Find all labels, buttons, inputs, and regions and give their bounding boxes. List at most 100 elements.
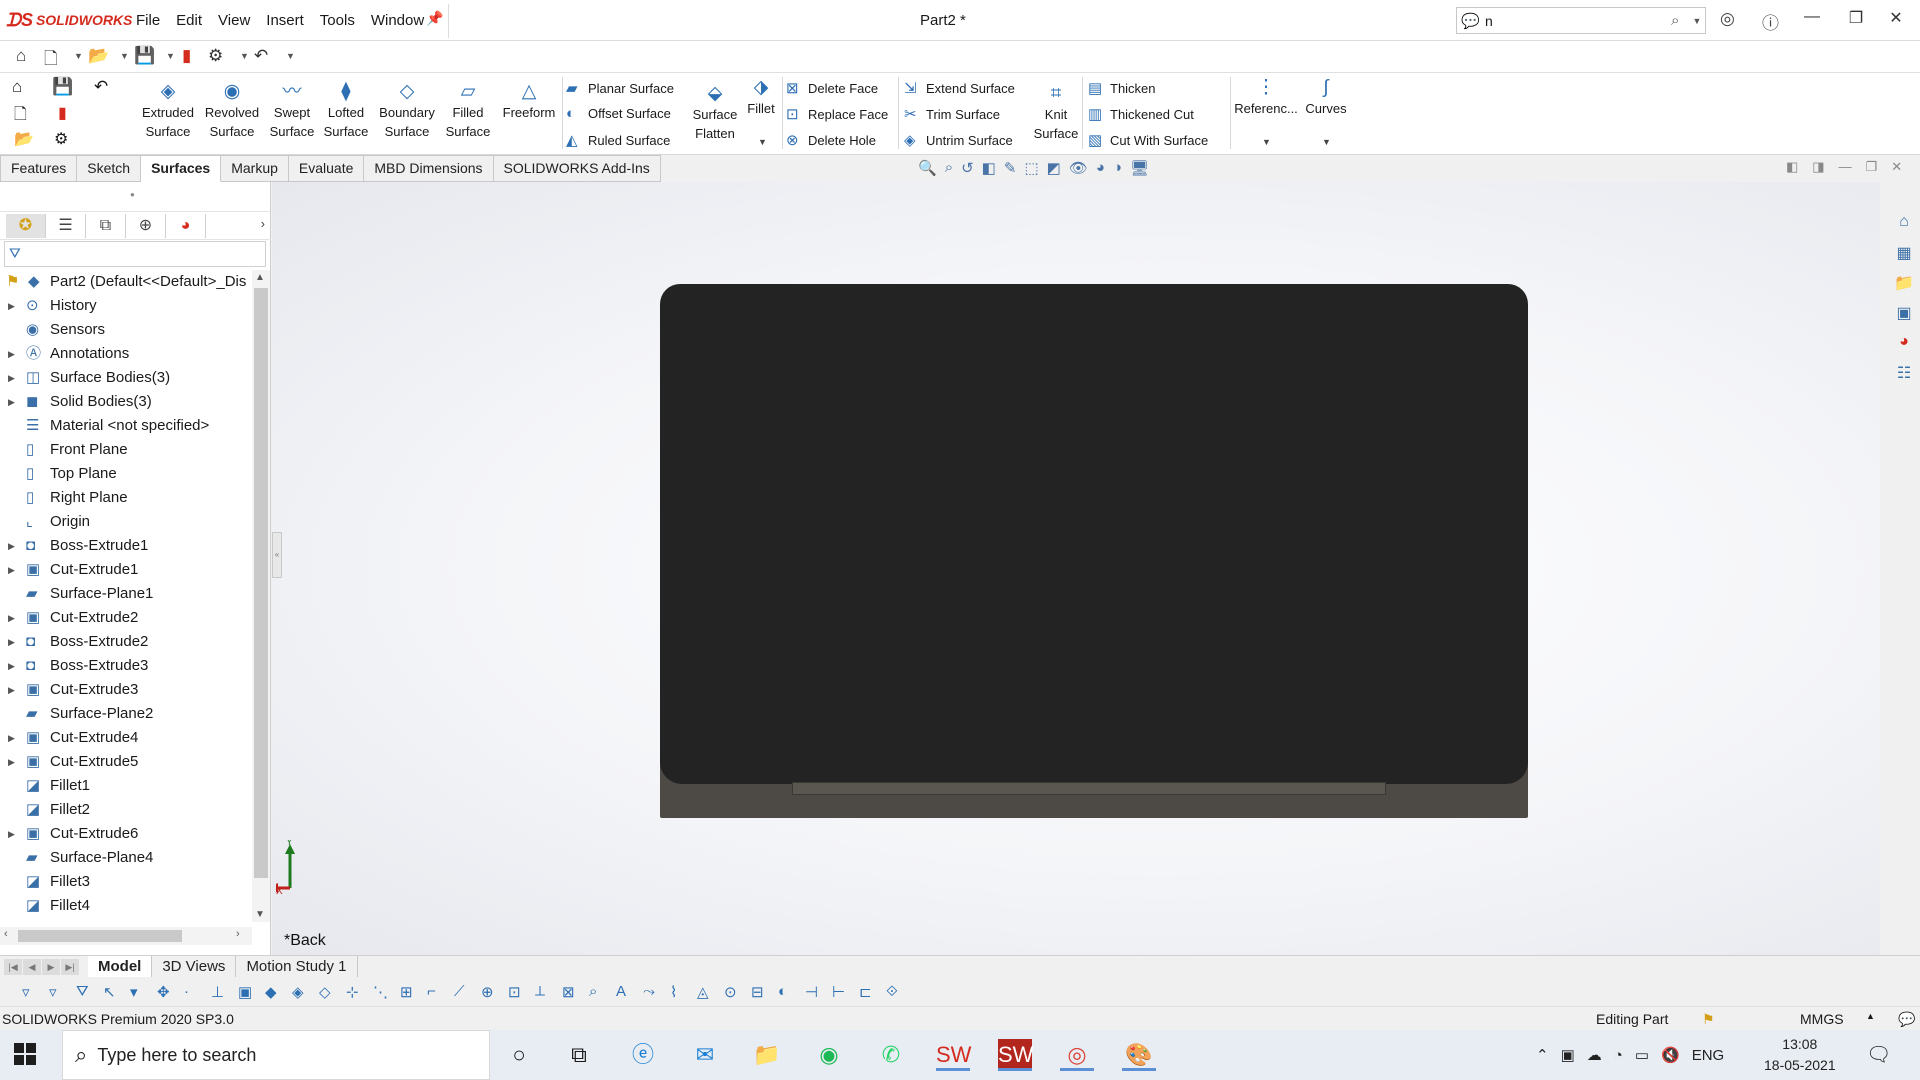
property-manager-tab-icon[interactable]: ☰	[46, 213, 86, 238]
zoom-to-area-icon[interactable]: ⌕	[945, 159, 953, 177]
save-icon[interactable]: 💾	[52, 77, 73, 97]
first-tab-icon[interactable]: |◀	[4, 959, 22, 975]
chain-icon[interactable]: ⊞	[400, 983, 413, 1001]
chevron-down-icon[interactable]: ▼	[1262, 137, 1271, 147]
tree-item[interactable]: ▶ ◘ Boss-Extrude2	[0, 630, 252, 654]
path-icon[interactable]: ⊡	[508, 983, 521, 1001]
design-library-icon[interactable]: ▦	[1888, 243, 1920, 273]
open-folder-icon[interactable]: 📂	[88, 46, 109, 66]
options-gear-icon[interactable]: ⚙	[208, 46, 223, 66]
wifi-icon[interactable]: ◔	[1614, 1047, 1623, 1064]
display-style-icon[interactable]: ◩	[1047, 159, 1061, 177]
tab-features[interactable]: Features	[0, 155, 78, 182]
tree-item[interactable]: ▰ Surface-Plane1	[0, 582, 252, 606]
freeform-button[interactable]: △ Freeform	[496, 81, 562, 122]
untrim-surface-button[interactable]: ◈ Untrim Surface	[904, 131, 1013, 149]
file-explorer-icon[interactable]: 📁	[1888, 273, 1920, 303]
mail-icon[interactable]: ✉	[688, 1039, 722, 1071]
minimize-button[interactable]: —	[1792, 8, 1832, 26]
expand-arrow-icon[interactable]: ▶	[8, 366, 15, 390]
grid-icon[interactable]: ⊹	[346, 983, 359, 1001]
volume-mute-icon[interactable]: 🔇	[1661, 1046, 1680, 1064]
fillet-button[interactable]: ⬗ Fillet	[744, 77, 778, 118]
new-document-icon[interactable]: 🗋	[14, 103, 27, 130]
panel-collapse-handle[interactable]: «	[272, 532, 282, 578]
expand-arrow-icon[interactable]: ▶	[8, 822, 15, 846]
align-icon[interactable]: ⊣	[805, 983, 818, 1001]
tree-item[interactable]: ◪ Fillet1	[0, 774, 252, 798]
tree-item[interactable]: ▶ ◘ Boss-Extrude1	[0, 534, 252, 558]
previous-view-icon[interactable]: ↺	[961, 159, 974, 177]
bar-icon[interactable]: ⤳	[643, 983, 655, 1000]
curves-button[interactable]: ∫ Curves	[1302, 77, 1350, 118]
tree-item[interactable]: ▯ Top Plane	[0, 462, 252, 486]
filter-toggle-icon[interactable]: ▿	[22, 983, 30, 1001]
tree-item[interactable]: ▶ ◘ Boss-Extrude3	[0, 654, 252, 678]
cortana-icon[interactable]: ○	[502, 1039, 536, 1071]
tab-sketch[interactable]: Sketch	[77, 155, 142, 182]
filter-edges-icon[interactable]: ⛛	[76, 983, 89, 1000]
solidworks-logo[interactable]: ᗪS SOLIDWORKS	[6, 10, 132, 30]
tree-item[interactable]: ▯ Right Plane	[0, 486, 252, 510]
target-icon[interactable]: ⟋	[454, 983, 465, 1000]
tree-filter[interactable]: ⛛	[4, 241, 266, 267]
replace-face-button[interactable]: ⊡ Replace Face	[786, 105, 888, 123]
expand-arrow-icon[interactable]: ▶	[8, 726, 15, 750]
tile-left-icon[interactable]: ◧	[1786, 159, 1798, 175]
chevron-down-icon[interactable]: ▼	[1322, 137, 1331, 147]
view-orientation-icon[interactable]: ⬚	[1024, 159, 1038, 177]
tab-motion-study-1[interactable]: Motion Study 1	[236, 956, 358, 978]
viewport-minimize-icon[interactable]: —	[1839, 159, 1852, 175]
edge-browser-icon[interactable]: ⓔ	[626, 1039, 660, 1071]
text-icon[interactable]: ⟂	[535, 983, 545, 1000]
next-tab-icon[interactable]: ▶	[42, 959, 60, 975]
expand-arrow-icon[interactable]: ▶	[8, 606, 15, 630]
cut-with-surface-button[interactable]: ▧ Cut With Surface	[1088, 131, 1208, 149]
last-tab-icon[interactable]: ▶|	[61, 959, 79, 975]
save-icon[interactable]: 💾	[134, 46, 155, 66]
delete-face-button[interactable]: ⊠ Delete Face	[786, 79, 878, 97]
tree-item[interactable]: ▶ ▣ Cut-Extrude4	[0, 726, 252, 750]
viewport-close-icon[interactable]: ✕	[1891, 159, 1902, 175]
device-icon[interactable]: ▣	[1561, 1046, 1575, 1064]
model-body[interactable]	[660, 284, 1528, 784]
tab-solidworks-add-ins[interactable]: SOLIDWORKS Add-Ins	[493, 155, 661, 182]
scroll-up-icon[interactable]: ▲	[255, 272, 265, 283]
chevron-up-icon[interactable]: ⌃	[1536, 1046, 1549, 1064]
tag-icon[interactable]: ◬	[697, 983, 709, 1001]
image-icon[interactable]: ⊙	[724, 983, 737, 1001]
tree-item[interactable]: ◉ Sensors	[0, 318, 252, 342]
line-icon[interactable]: ⊥	[211, 983, 224, 1001]
tree-item[interactable]: ▯ Front Plane	[0, 438, 252, 462]
file-explorer-icon[interactable]: 📁	[750, 1039, 784, 1071]
tree-item[interactable]: ▰ Surface-Plane4	[0, 846, 252, 870]
expand-arrow-icon[interactable]: ▶	[8, 750, 15, 774]
box-icon[interactable]: ▣	[238, 983, 252, 1001]
ruled-surface-button[interactable]: ◭ Ruled Surface	[566, 131, 670, 149]
battery-icon[interactable]: ▭	[1635, 1046, 1649, 1064]
thickened-cut-button[interactable]: ▥ Thickened Cut	[1088, 105, 1194, 123]
boundary-surface-button[interactable]: ◇ Boundary Surface	[374, 81, 440, 141]
tree-item[interactable]: ◪ Fillet5	[0, 918, 252, 922]
chevron-down-icon[interactable]: ▾	[130, 983, 138, 1001]
tree-item[interactable]: ◪ Fillet4	[0, 894, 252, 918]
copy-icon[interactable]: ⊢	[832, 983, 845, 1001]
tree-horizontal-scrollbar[interactable]: ‹ ›	[0, 927, 252, 945]
chrome-icon[interactable]: ◎	[1060, 1039, 1094, 1071]
chevron-up-icon[interactable]: ▲	[1866, 1011, 1875, 1021]
tile-right-icon[interactable]: ◨	[1812, 159, 1824, 175]
onedrive-icon[interactable]: ☁	[1587, 1046, 1602, 1064]
chevron-down-icon[interactable]: ▼	[120, 51, 129, 61]
view-palette-icon[interactable]: ▣	[1888, 303, 1920, 333]
dimxpert-manager-tab-icon[interactable]: ⊕	[126, 213, 166, 238]
whatsapp-icon[interactable]: ✆	[874, 1039, 908, 1071]
expand-arrow-icon[interactable]: ▶	[8, 558, 15, 582]
tree-item[interactable]: ▶ ▣ Cut-Extrude2	[0, 606, 252, 630]
dynamic-annotation-icon[interactable]: ✎	[1004, 159, 1017, 177]
rebuild-status-icon[interactable]: ⚑	[1702, 1011, 1715, 1028]
offset-surface-button[interactable]: ◐ Offset Surface	[566, 105, 671, 122]
tab-3d-views[interactable]: 3D Views	[152, 956, 237, 978]
undo-icon[interactable]: ↶	[94, 77, 108, 97]
tree-item[interactable]: ▶ ▣ Cut-Extrude5	[0, 750, 252, 774]
spotify-icon[interactable]: ◉	[812, 1039, 846, 1071]
